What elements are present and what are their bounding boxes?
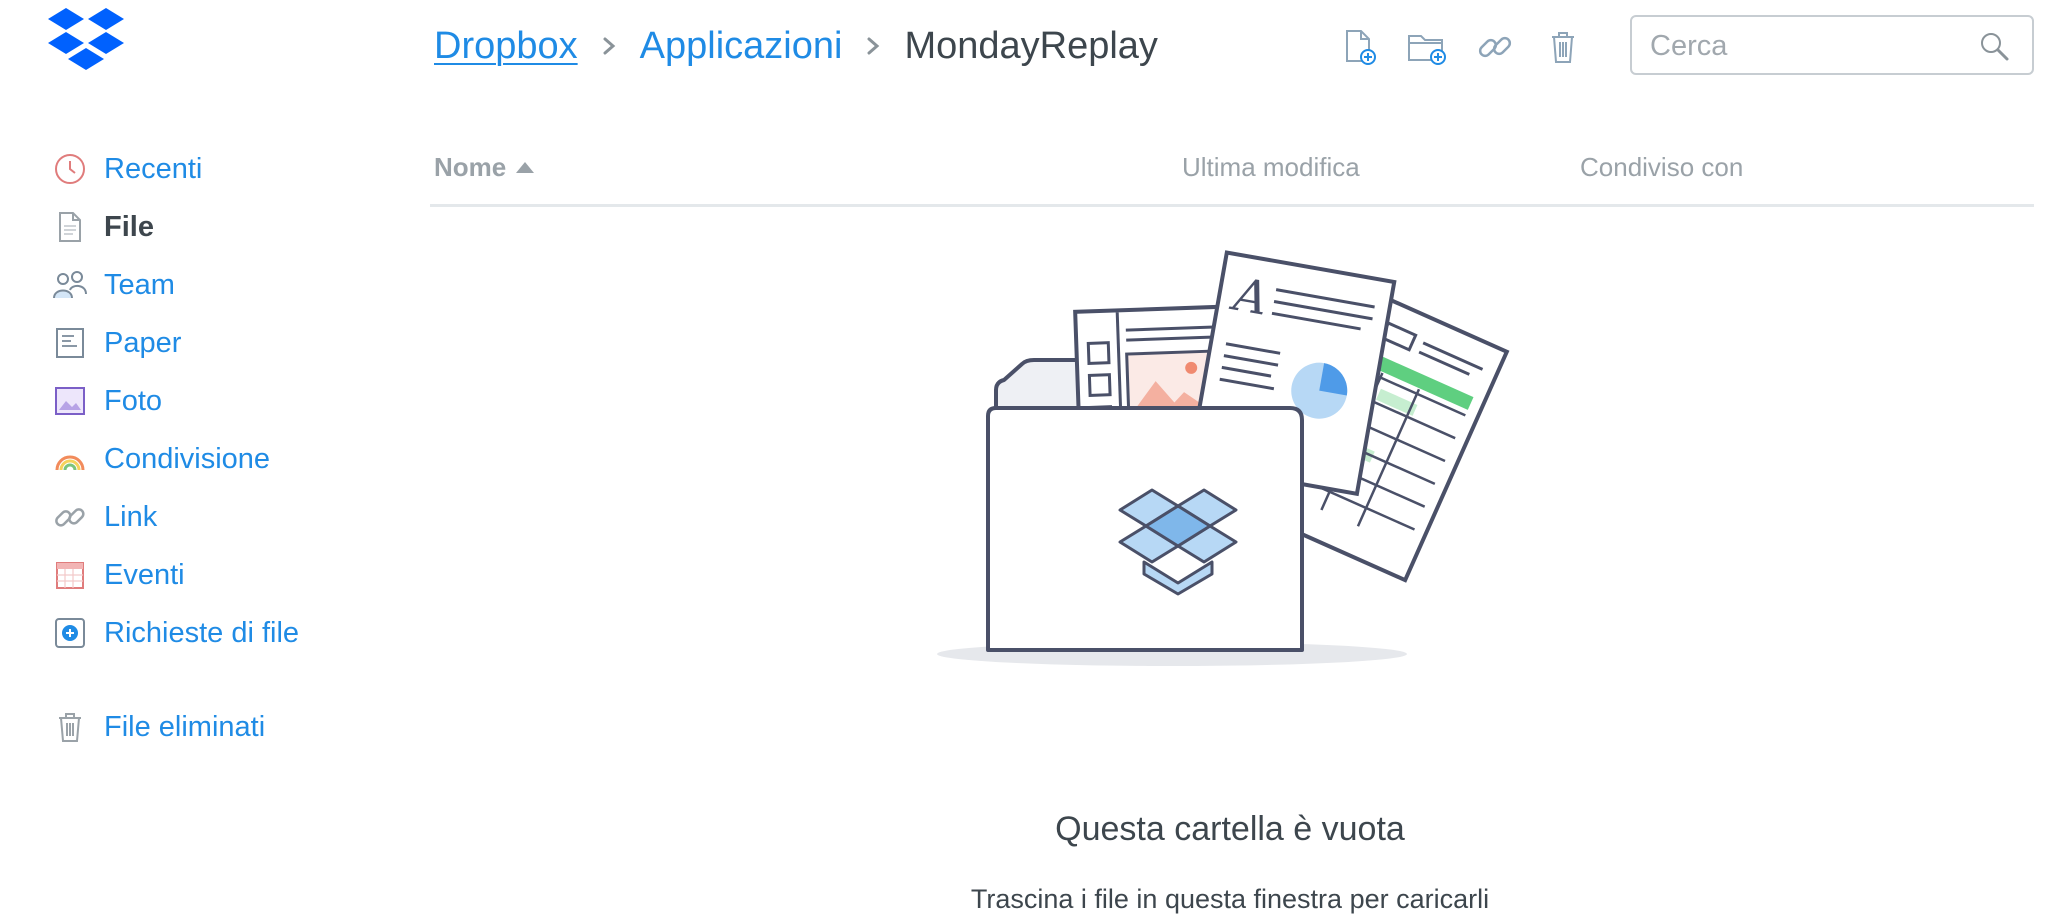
breadcrumb: Dropbox Applicazioni MondayReplay [434,20,1158,72]
column-header-name-label: Nome [434,152,507,182]
trash-icon [1552,32,1574,63]
sidebar-item-paper[interactable]: Paper [52,314,382,372]
search-input[interactable] [1648,25,1972,67]
breadcrumb-root-link[interactable]: Dropbox [434,25,578,68]
new-folder-icon [1408,35,1446,65]
new-file-button[interactable] [1336,24,1382,70]
toolbar [1336,24,1608,70]
clock-icon [52,151,88,187]
file-table-header: Nome Ultima modifica Condiviso con [430,140,2034,207]
empty-state-subtitle: Trascina i file in questa finestra per c… [970,884,1490,914]
sidebar: Recenti File Team Paper Foto Condivision… [52,140,382,756]
trash-icon [52,709,88,745]
sidebar-item-recenti[interactable]: Recenti [52,140,382,198]
empty-folder-illustration: A [937,250,1510,666]
sidebar-item-label: Recenti [104,152,203,185]
chevron-right-icon [603,37,615,55]
rainbow-icon [52,441,88,477]
share-link-button[interactable] [1472,24,1518,70]
sidebar-item-label: File eliminati [104,710,266,743]
file-request-icon [52,615,88,651]
file-icon [52,209,88,245]
column-header-shared[interactable]: Condiviso con [1580,152,1743,183]
chevron-right-icon [867,37,880,55]
link-icon [52,499,88,535]
sidebar-item-foto[interactable]: Foto [52,372,382,430]
column-header-name[interactable]: Nome [434,152,535,183]
sidebar-item-eventi[interactable]: Eventi [52,546,382,604]
sidebar-item-label: Paper [104,326,182,359]
team-icon [52,267,88,303]
sidebar-item-condivisione[interactable]: Condivisione [52,430,382,488]
link-icon [1478,36,1512,58]
search-icon[interactable] [1978,30,2010,62]
calendar-icon [52,557,88,593]
new-folder-button[interactable] [1404,24,1450,70]
sidebar-item-richieste[interactable]: Richieste di file [52,604,382,662]
breadcrumb-parent-link[interactable]: Applicazioni [640,25,843,68]
sidebar-item-label: Eventi [104,558,185,591]
sidebar-item-file-eliminati[interactable]: File eliminati [52,698,382,756]
sidebar-item-label: Foto [104,384,163,417]
sidebar-item-label: Link [104,500,158,533]
column-header-modified[interactable]: Ultima modifica [1182,152,1360,183]
sidebar-item-label: Team [104,268,175,301]
search-box [1630,15,2034,75]
sidebar-item-team[interactable]: Team [52,256,382,314]
photo-icon [52,383,88,419]
dropbox-logo[interactable] [46,6,126,74]
delete-button[interactable] [1540,24,1586,70]
sidebar-item-file[interactable]: File [52,198,382,256]
sidebar-item-link[interactable]: Link [52,488,382,546]
sort-ascending-icon [516,162,535,173]
sidebar-item-label: File [104,210,154,243]
paper-icon [52,325,88,361]
new-file-icon [1346,30,1376,65]
sidebar-item-label: Condivisione [104,442,271,475]
breadcrumb-current: MondayReplay [904,24,1158,67]
empty-state-title: Questa cartella è vuota [1055,810,1405,848]
sidebar-item-label: Richieste di file [104,616,300,649]
